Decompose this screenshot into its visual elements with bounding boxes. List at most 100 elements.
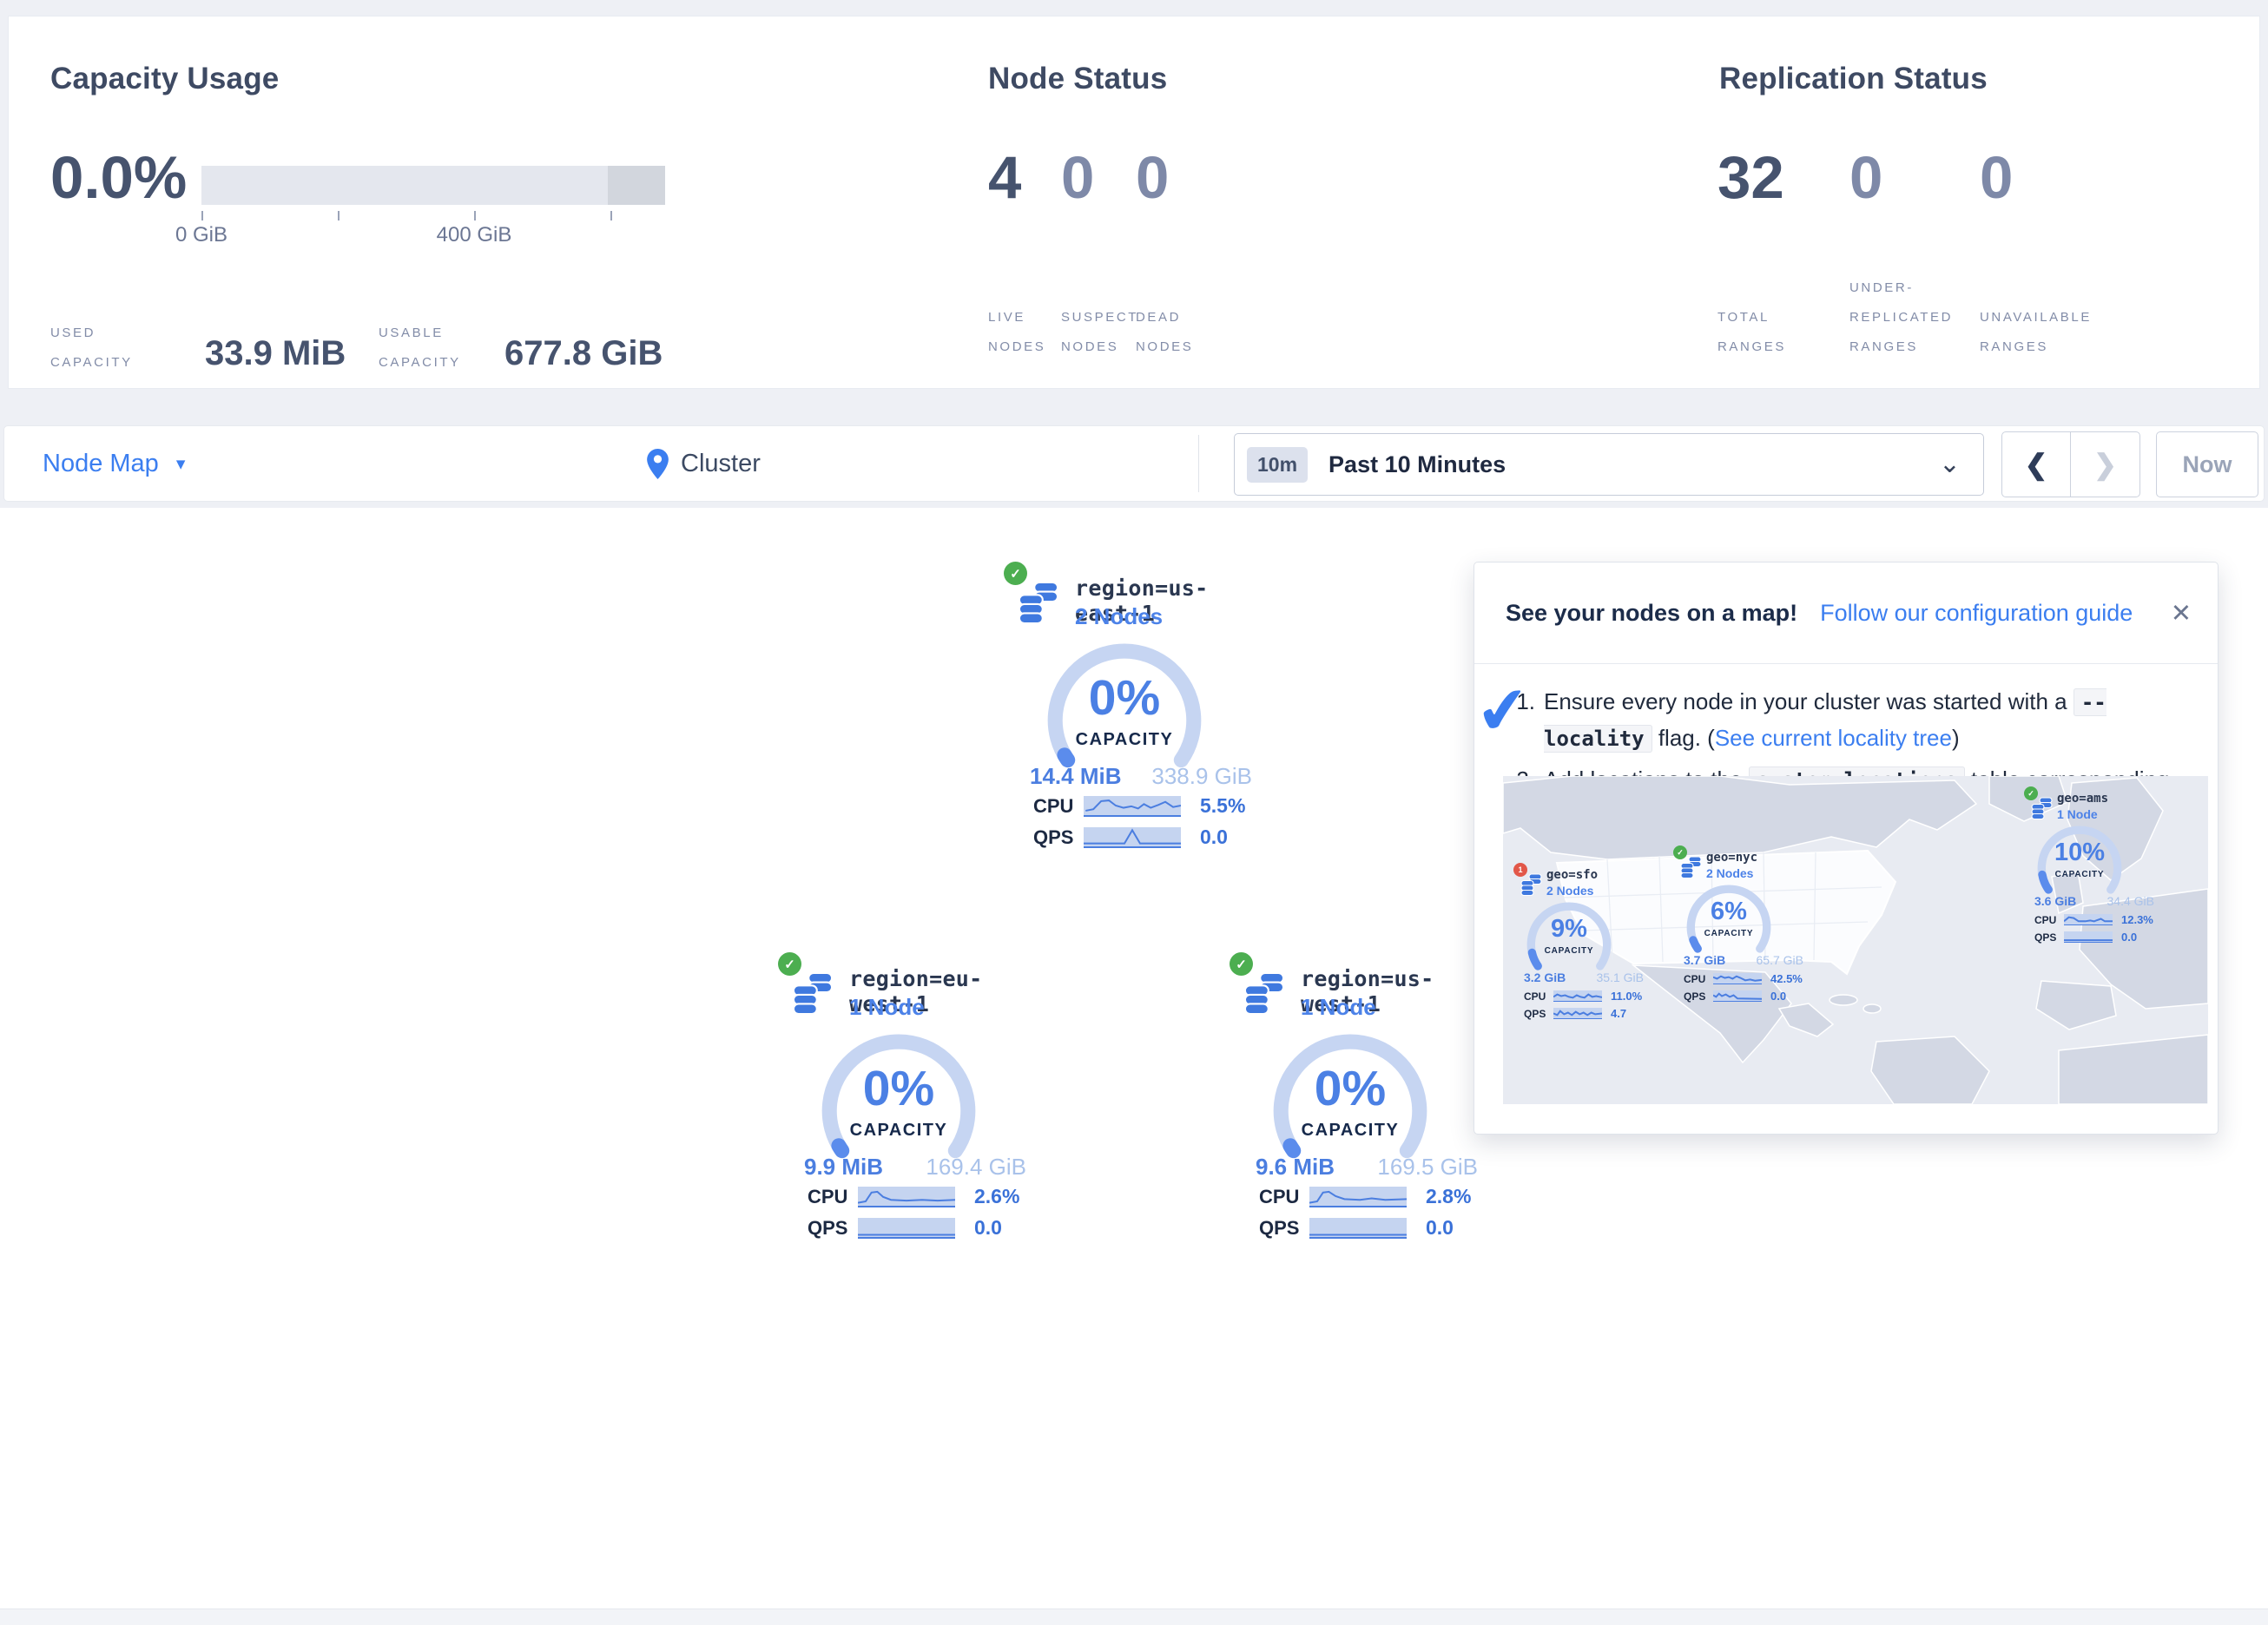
cpu-value: 12.3%	[2121, 913, 2153, 926]
qps-sparkline	[858, 1218, 955, 1239]
used-value: 9.6 MiB	[1256, 1154, 1335, 1181]
close-icon[interactable]: ✕	[2171, 598, 2192, 628]
mini-card-geo-sfo[interactable]: 1 geo=sfo 2 Nodes 9% CAPACITY 3.2 GiB 35…	[1513, 859, 1644, 1024]
cpu-label: CPU	[1684, 973, 1713, 985]
capacity-label: CAPACITY	[816, 1121, 981, 1141]
check-icon: ✓	[784, 957, 795, 972]
replication-status-title: Replication Status	[1719, 62, 1988, 96]
mini-card-geo-ams[interactable]: ✓ geo=ams 1 Node 10% CAPACITY 3.6 GiB 34…	[2024, 783, 2154, 948]
axis-tick-label: 0 GiB	[132, 223, 271, 247]
capacity-usage-bar-reserved	[608, 166, 665, 205]
cpu-sparkline	[858, 1187, 955, 1207]
cpu-value: 5.5%	[1200, 794, 1245, 818]
locality-title: geo=nyc	[1706, 851, 1757, 865]
time-step-forward-button[interactable]: ❯	[2071, 432, 2139, 497]
capacity-percent: 0%	[816, 1060, 981, 1117]
dead-nodes-value: 0	[1136, 143, 1169, 212]
now-button[interactable]: Now	[2156, 431, 2258, 497]
live-nodes-label: LIVE NODES	[988, 303, 1045, 362]
popup-header: See your nodes on a map! Follow our conf…	[1474, 562, 2218, 664]
region-card-eu-west-1[interactable]: ✓ region=eu-west-1 1 Node 0% CAPACITY 9.…	[764, 949, 1030, 1253]
cpu-sparkline	[1713, 973, 1762, 984]
capacity-label: CAPACITY	[2034, 870, 2125, 879]
capacity-gauge: 0% CAPACITY	[1268, 1029, 1433, 1159]
warning-count: 1	[1518, 865, 1522, 874]
database-icon	[1520, 873, 1542, 896]
database-icon	[1680, 856, 1702, 878]
view-selector-dropdown[interactable]: Node Map ▾	[43, 426, 185, 501]
qps-label: QPS	[1684, 990, 1713, 1003]
time-range-dropdown[interactable]: 10m Past 10 Minutes ⌄	[1234, 433, 1984, 496]
cpu-value: 11.0%	[1611, 990, 1642, 1003]
total-capacity-value: 169.4 GiB	[926, 1154, 1026, 1181]
database-icon	[2031, 797, 2053, 819]
live-nodes-value: 4	[988, 143, 1021, 212]
check-icon: ✓	[1677, 848, 1684, 858]
check-icon: ✓	[1010, 566, 1021, 582]
cpu-label: CPU	[1259, 1186, 1309, 1208]
region-node-count[interactable]: 2 Nodes	[1075, 603, 1163, 630]
total-capacity-value: 169.5 GiB	[1377, 1154, 1478, 1181]
locality-node-count: 2 Nodes	[1706, 866, 1753, 880]
mini-card-geo-nyc[interactable]: ✓ geo=nyc 2 Nodes 6% CAPACITY 3.7 GiB 65…	[1673, 842, 1803, 1007]
qps-value: 0.0	[1770, 990, 1786, 1003]
capacity-usage-percent: 0.0%	[50, 143, 187, 212]
map-toolbar: Node Map ▾ Cluster 10m Past 10 Minutes ⌄…	[3, 425, 2265, 502]
region-card-us-west-1[interactable]: ✓ region=us-west-1 1 Node 0% CAPACITY 9.…	[1216, 949, 1481, 1253]
capacity-percent: 10%	[2034, 839, 2125, 867]
cpu-sparkline	[1084, 796, 1181, 817]
toolbar-divider	[1198, 435, 1199, 492]
region-node-count[interactable]: 1 Node	[1301, 994, 1376, 1021]
capacity-gauge: 6% CAPACITY	[1684, 882, 1774, 953]
usable-capacity-label: USABLE CAPACITY	[379, 319, 461, 378]
step-text: Ensure every node in your cluster was st…	[1544, 684, 2192, 757]
qps-sparkline	[1553, 1008, 1602, 1019]
total-capacity-value: 35.1 GiB	[1597, 970, 1644, 984]
footer-strip	[0, 1609, 2268, 1625]
status-ok-badge: ✓	[1004, 562, 1027, 585]
caret-down-icon: ▾	[176, 453, 186, 475]
capacity-gauge: 9% CAPACITY	[1524, 899, 1614, 970]
used-value: 14.4 MiB	[1030, 763, 1122, 790]
qps-label: QPS	[1524, 1008, 1553, 1020]
cpu-sparkline	[1309, 1187, 1407, 1207]
time-step-back-button[interactable]: ❮	[2002, 432, 2071, 497]
used-value: 3.6 GiB	[2034, 894, 2076, 908]
dead-nodes-label: DEAD NODES	[1136, 303, 1193, 362]
suspect-nodes-value: 0	[1061, 143, 1094, 212]
used-value: 9.9 MiB	[804, 1154, 883, 1181]
step-text-fragment: )	[1952, 725, 1960, 751]
capacity-percent: 0%	[1268, 1060, 1433, 1117]
locality-tree-link[interactable]: See current locality tree	[1715, 725, 1952, 751]
suspect-nodes-label: SUSPECT NODES	[1061, 303, 1138, 362]
region-card-us-east-1[interactable]: ✓ region=us-east-1 2 Nodes 0% CAPACITY 1…	[990, 558, 1256, 862]
status-ok-badge: ✓	[1673, 845, 1687, 859]
qps-sparkline	[1309, 1218, 1407, 1239]
configuration-guide-link[interactable]: Follow our configuration guide	[1820, 600, 2133, 627]
time-step-buttons: ❮ ❯	[2001, 431, 2140, 497]
total-capacity-value: 34.4 GiB	[2107, 894, 2154, 908]
cluster-summary-panel: Capacity Usage 0.0% 0 GiB 400 GiB USED C…	[8, 16, 2260, 389]
check-icon: ✓	[1236, 957, 1247, 972]
database-icon	[1243, 971, 1285, 1015]
axis-tick	[201, 211, 203, 220]
time-range-chip: 10m	[1247, 447, 1308, 483]
breadcrumb[interactable]: Cluster	[647, 426, 761, 501]
axis-tick	[474, 211, 476, 220]
qps-value: 0.0	[2121, 931, 2137, 944]
capacity-percent: 9%	[1524, 915, 1614, 944]
database-icon	[792, 971, 834, 1015]
qps-value: 0.0	[1200, 826, 1228, 849]
region-node-count[interactable]: 1 Node	[849, 994, 925, 1021]
capacity-percent: 6%	[1684, 898, 1774, 926]
cpu-value: 2.8%	[1426, 1185, 1471, 1208]
cpu-sparkline	[2064, 914, 2113, 925]
status-ok-badge: ✓	[2024, 786, 2038, 800]
nodes-on-map-popup: See your nodes on a map! Follow our conf…	[1474, 562, 2219, 1135]
map-pin-icon	[647, 449, 669, 479]
total-ranges-label: TOTAL RANGES	[1717, 303, 1786, 362]
example-world-map: 1 geo=sfo 2 Nodes 9% CAPACITY 3.2 GiB 35…	[1503, 776, 2208, 1104]
locality-title: geo=sfo	[1546, 868, 1598, 882]
capacity-usage-bar	[201, 166, 665, 205]
qps-sparkline	[2064, 931, 2113, 943]
